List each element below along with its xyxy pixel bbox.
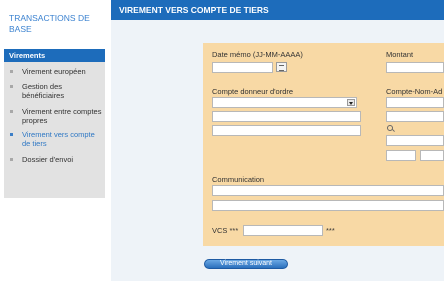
counterparty-postcode-input[interactable] [386,150,416,161]
vcs-suffix: *** [326,226,335,235]
sidebar-item-label: Virement européen [22,67,86,76]
sidebar-menu: Virement européen Gestion des bénéficiai… [4,62,105,198]
vcs-label: VCS *** [212,226,239,235]
sidebar-item-label: Virement entre comptes propres [22,107,102,125]
page-title: VIREMENT VERS COMPTE DE TIERS [111,0,444,20]
sidebar-item-virement-comptes-propres[interactable]: Virement entre comptes propres [4,107,105,125]
sidebar-item-gestion-beneficiaires[interactable]: Gestion des bénéficiaires [4,82,105,100]
counterparty-label: Compte-Nom-Ad [386,87,443,96]
bullet-icon [10,133,13,136]
sidebar-section-header[interactable]: Virements [4,49,105,62]
communication-label: Communication [212,175,265,184]
next-transfer-button[interactable]: Virement suivant [204,259,288,269]
amount-input[interactable] [386,62,444,73]
bullet-icon [10,85,13,88]
account-detail-field-2[interactable] [212,125,361,136]
bullet-icon [10,158,13,161]
bullet-icon [10,70,13,73]
sidebar-title: TRANSACTIONS DE BASE [9,13,90,34]
account-detail-field-1[interactable] [212,111,361,122]
chevron-down-icon[interactable] [347,99,355,106]
date-label: Date mémo (JJ-MM-AAAA) [212,50,303,59]
sidebar-item-dossier-envoi[interactable]: Dossier d'envoi [4,155,105,164]
account-select[interactable] [212,97,357,108]
calendar-icon[interactable] [276,62,287,72]
sidebar-item-virement-europeen[interactable]: Virement européen [4,67,105,76]
bullet-icon [10,110,13,113]
vcs-input[interactable] [243,225,323,236]
search-icon[interactable] [387,125,393,131]
counterparty-address-input[interactable] [386,135,444,146]
counterparty-city-input[interactable] [420,150,444,161]
sidebar-item-label: Dossier d'envoi [22,155,74,164]
communication-input-2[interactable] [212,200,444,211]
sidebar-item-virement-compte-tiers[interactable]: Virement vers compte de tiers [4,130,105,148]
sidebar: TRANSACTIONS DE BASE Virements Virement … [0,0,105,281]
date-input[interactable] [212,62,273,73]
counterparty-name-input[interactable] [386,111,444,122]
account-label: Compte donneur d'ordre [212,87,294,96]
sidebar-item-label: Gestion des bénéficiaires [22,82,65,100]
amount-label: Montant [386,50,414,59]
sidebar-item-label: Virement vers compte de tiers [22,130,95,148]
communication-input-1[interactable] [212,185,444,196]
counterparty-account-input[interactable] [386,97,444,108]
